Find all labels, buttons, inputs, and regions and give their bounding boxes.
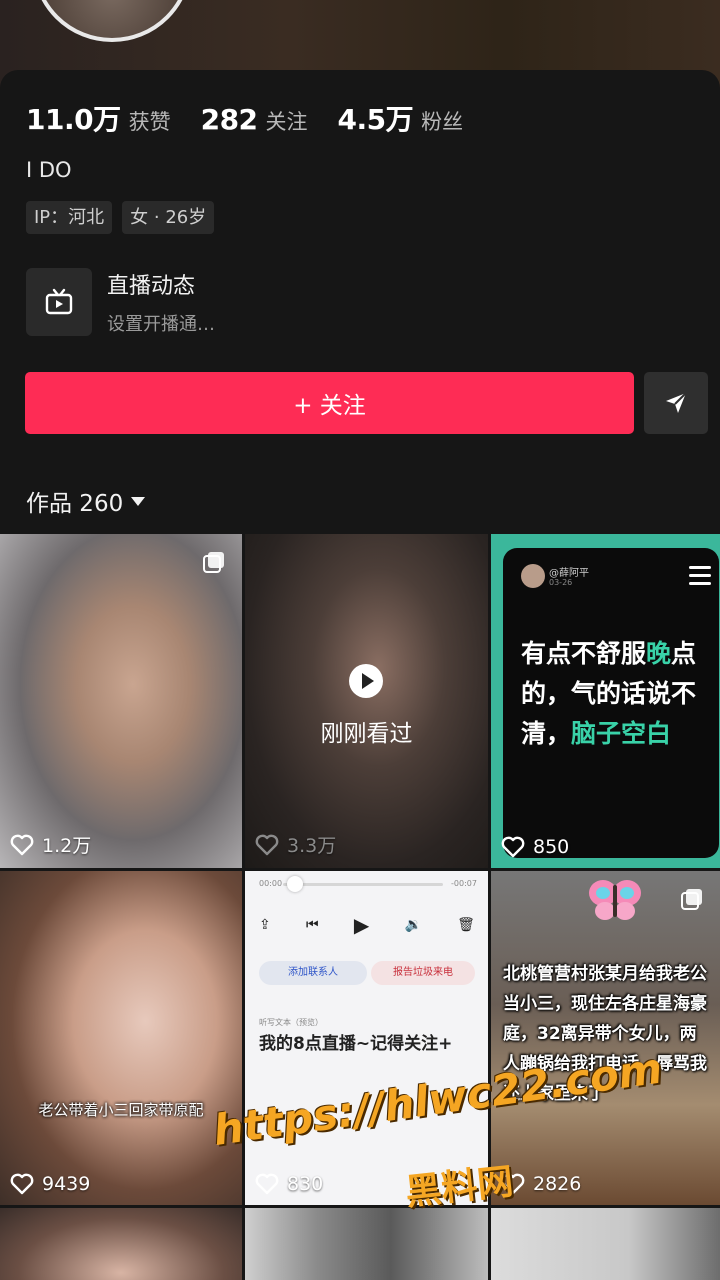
watermark-site-name: 黑料网 [403,1161,516,1214]
post-avatar [521,564,545,588]
multi-image-icon [681,889,702,910]
butterfly-sticker-icon [589,880,641,920]
video-caption: 老公带着小三回家带原配 [38,1101,204,1119]
like-count-value: 1.2万 [42,835,92,857]
video-thumbnail[interactable] [245,1208,488,1280]
stat-following[interactable]: 282 关注 [201,103,308,136]
chevron-down-icon [131,496,146,506]
report-spam-pill: 报告垃圾来电 [371,961,475,985]
audio-controls: ⇪ ⏮ ▶ 🔉 🗑 [259,913,475,937]
share-arrow-icon [666,392,687,413]
video-thumbnail[interactable] [0,1208,242,1280]
heart-icon [10,834,34,855]
stat-following-value: 282 [200,103,258,136]
live-activity-text: 直播动态 设置开播通… [107,268,215,336]
stat-likes[interactable]: 11.0万 获赞 [26,98,171,138]
stat-following-label: 关注 [265,110,308,134]
profile-bio: I DO [26,158,72,182]
stat-followers-label: 粉丝 [421,110,464,134]
stat-followers[interactable]: 4.5万 粉丝 [338,98,464,138]
play-icon [349,664,383,698]
tv-icon [26,268,92,336]
audio-start-time: 00:00 [259,879,283,888]
menu-icon [689,566,711,590]
volume-icon: 🔉 [404,917,422,933]
profile-stats: 11.0万 获赞 282 关注 4.5万 粉丝 [26,98,493,138]
video-thumbnail[interactable]: @薛阿平 03-26 有点不舒服晚点的，气的话说不清，脑子空白 850 [491,534,720,868]
stat-likes-label: 获赞 [128,110,171,134]
video-thumbnail[interactable]: 刚刚看过 3.3万 [245,534,488,868]
share-icon: ⇪ [259,917,271,933]
recently-watched-label: 刚刚看过 [320,721,413,747]
video-thumbnail[interactable]: 老公带着小三回家带原配 9439 [0,871,242,1205]
play-icon: ▶ [353,913,370,937]
avatar[interactable] [32,0,192,42]
gender-age-tag: 女 · 26岁 [122,201,215,234]
add-contact-pill: 添加联系人 [259,961,367,985]
heart-icon [501,836,525,858]
text-post-card: @薛阿平 03-26 有点不舒服晚点的，气的话说不清，脑子空白 [503,548,719,858]
ip-location-tag: IP：河北 [26,201,113,234]
like-count: 1.2万 [10,831,91,858]
post-username: @薛阿平 [549,568,589,579]
heart-icon [10,1173,34,1195]
follow-button[interactable]: + 关注 [25,372,634,434]
audio-progress-knob [287,876,303,892]
heart-icon [255,834,279,855]
live-activity-entry[interactable]: 直播动态 设置开播通… [26,268,215,336]
live-activity-subtitle: 设置开播通… [107,314,215,335]
like-count: 9439 [10,1173,90,1195]
stat-likes-value: 11.0万 [26,103,121,136]
site-watermark: https://hlwc22.com 黑料网 [210,1043,665,1216]
previous-icon: ⏮ [305,917,319,933]
like-count-value: 850 [533,836,570,858]
video-thumbnail[interactable] [491,1208,720,1280]
video-thumbnail[interactable]: 1.2万 [0,534,242,868]
works-tab-label: 作品 260 [26,491,124,517]
transcript-text: 我的8点直播~记得关注+ [259,1034,453,1054]
like-count-value: 9439 [42,1173,91,1195]
like-count: 3.3万 [255,831,336,858]
post-text: 有点不舒服晚点的，气的话说不清，脑子空白 [521,639,697,748]
audio-progress-track [283,883,443,886]
profile-tags: IP：河北 女 · 26岁 [26,201,224,234]
stat-followers-value: 4.5万 [337,103,414,136]
multi-image-icon [203,552,224,573]
like-count: 850 [501,836,569,858]
works-tab[interactable]: 作品 260 [26,484,146,518]
trash-icon: 🗑 [457,917,475,933]
live-activity-title: 直播动态 [107,274,196,299]
post-date: 03-26 [549,578,573,587]
share-button[interactable] [644,372,708,434]
audio-end-time: -00:07 [451,879,477,888]
like-count-value: 3.3万 [287,835,337,857]
transcript-label: 听写文本（预览） [259,1018,323,1027]
